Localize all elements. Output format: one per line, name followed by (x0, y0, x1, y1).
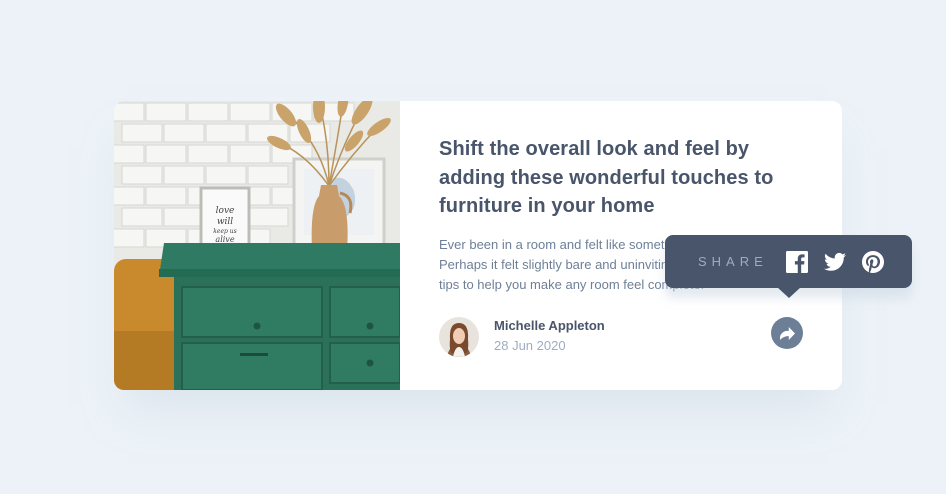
twitter-icon[interactable] (823, 251, 846, 273)
article-image: love will keep us alive (114, 101, 400, 390)
svg-text:alive: alive (215, 235, 234, 244)
svg-text:love: love (216, 206, 235, 216)
share-arrow-icon (779, 326, 795, 340)
facebook-icon[interactable] (785, 250, 808, 273)
share-button[interactable] (771, 317, 803, 349)
article-headline: Shift the overall look and feel by addin… (439, 138, 774, 217)
share-tooltip: SHARE (665, 235, 912, 298)
share-label: SHARE (698, 254, 768, 269)
author-name: Michelle Appleton (494, 318, 605, 333)
publish-date: 28 Jun 2020 (494, 338, 566, 353)
svg-text:keep us: keep us (213, 228, 236, 235)
author-block: Michelle Appleton 28 Jun 2020 (439, 317, 605, 357)
drawers-photo: love will keep us alive (114, 101, 400, 390)
pinterest-icon[interactable] (861, 250, 884, 273)
avatar (439, 317, 479, 357)
avatar-photo (439, 317, 479, 357)
svg-text:will: will (217, 217, 233, 227)
